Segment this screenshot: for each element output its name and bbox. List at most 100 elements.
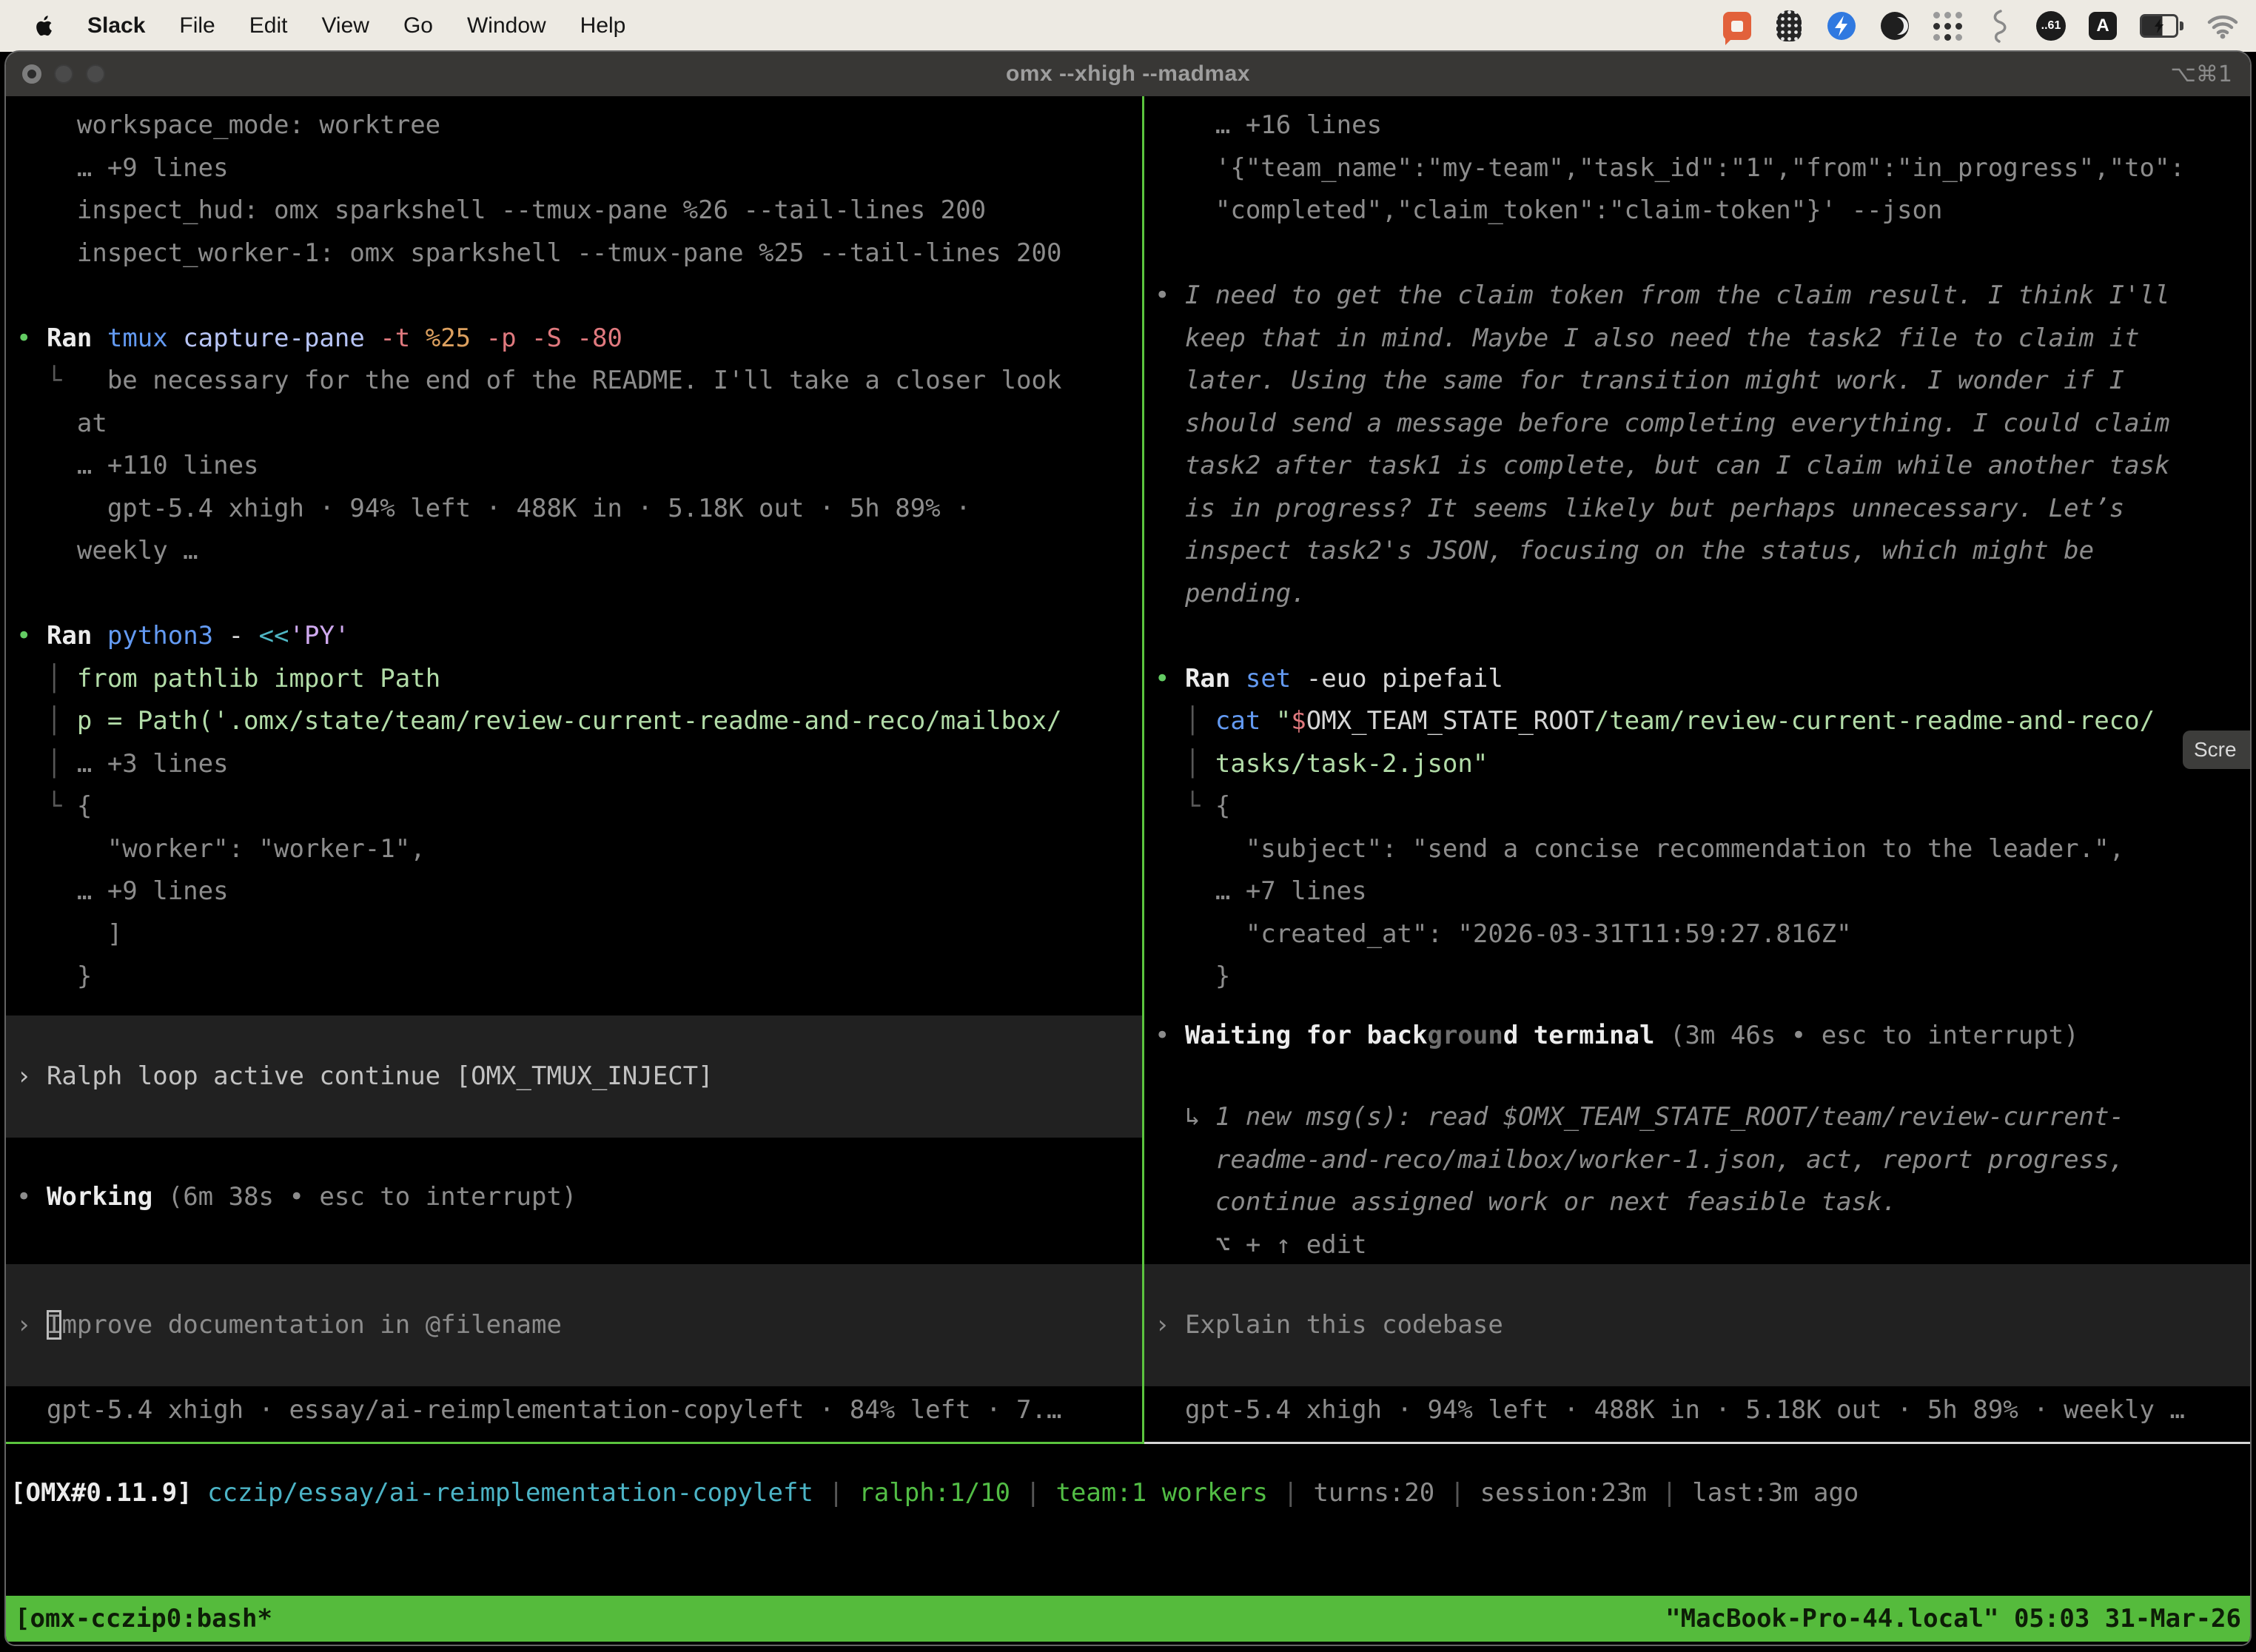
- terminal-line: readme-and-reco/mailbox/worker-1.json, a…: [1155, 1139, 2250, 1182]
- menu-item-file[interactable]: File: [179, 13, 215, 38]
- terminal-line: ⌥ + ↑ edit: [1155, 1224, 2250, 1267]
- menubar-status-icons: ..61 A: [1722, 9, 2240, 43]
- terminal-line: • Working (6m 38s • esc to interrupt): [16, 1176, 1142, 1219]
- battery-charging-icon[interactable]: [2140, 9, 2183, 43]
- leader-inject-banner: › Ralph loop active continue [OMX_TMUX_I…: [6, 1015, 1142, 1138]
- active-pane-border: [6, 1442, 1144, 1444]
- input-source-a-label: A: [2089, 12, 2117, 40]
- terminal-line: › Ralph loop active continue [OMX_TMUX_I…: [16, 1055, 1142, 1098]
- leader-model-statusline: gpt-5.4 xhigh · essay/ai-reimplementatio…: [16, 1389, 1142, 1432]
- menu-bar: Slack File Edit View Go Window Help ..61 A: [0, 0, 2256, 52]
- terminal-line: [1155, 615, 2250, 658]
- tmux-session-label[interactable]: [omx-cczip0:bash*: [15, 1604, 272, 1633]
- terminal-line: … +16 lines: [1155, 104, 2250, 147]
- worker-model-statusline: gpt-5.4 xhigh · 94% left · 488K in · 5.1…: [1155, 1389, 2250, 1432]
- terminal-line: … +9 lines: [16, 870, 1142, 913]
- terminal-line: }: [16, 956, 1142, 998]
- terminal-line: • Ran tmux capture-pane -t %25 -p -S -80: [16, 318, 1142, 360]
- screen-toast: Scre: [2183, 731, 2250, 769]
- terminal-line: workspace_mode: worktree: [16, 104, 1142, 147]
- window-title: omx --xhigh --madmax: [1006, 61, 1250, 87]
- terminal-line: gpt-5.4 xhigh · 94% left · 488K in · 5.1…: [16, 488, 1142, 531]
- window-titlebar[interactable]: omx --xhigh --madmax ⌥⌘1: [6, 52, 2250, 96]
- terminal-line: pending.: [1155, 573, 2250, 616]
- leader-working-status: • Working (6m 38s • esc to interrupt): [16, 1176, 1142, 1219]
- terminal-line: at: [16, 403, 1142, 446]
- terminal-line: task2 after task1 is complete, but can I…: [1155, 445, 2250, 488]
- terminal-line: • Waiting for background terminal (3m 46…: [1155, 1015, 2250, 1058]
- menu-item-go[interactable]: Go: [403, 13, 433, 38]
- close-button[interactable]: [22, 64, 41, 84]
- badge-61-label: ..61: [2036, 11, 2066, 41]
- menu-items: Slack File Edit View Go Window Help: [87, 13, 625, 38]
- worker-scrollback: … +16 lines '{"team_name":"my-team","tas…: [1155, 104, 2250, 998]
- terminal-line: │ … +3 lines: [16, 743, 1142, 786]
- tmux-status-bar: [omx-cczip0:bash* "MacBook-Pro-44.local"…: [6, 1596, 2250, 1642]
- menu-item-help[interactable]: Help: [580, 13, 626, 38]
- bolt-hexagon-icon[interactable]: [1826, 9, 1857, 43]
- terminal-line: [OMX#0.11.9] cczip/essay/ai-reimplementa…: [10, 1472, 2250, 1515]
- leader-prompt-input[interactable]: › Improve documentation in @filename: [6, 1264, 1142, 1386]
- window-controls: [22, 64, 105, 84]
- terminal-line: inspect_worker-1: omx sparkshell --tmux-…: [16, 232, 1142, 275]
- terminal-content: workspace_mode: worktree … +9 lines insp…: [6, 96, 2250, 1645]
- terminal-line: │ tasks/task-2.json": [1155, 743, 2250, 786]
- terminal-window: omx --xhigh --madmax ⌥⌘1 workspace_mode:…: [6, 52, 2250, 1645]
- menu-item-window[interactable]: Window: [467, 13, 546, 38]
- tmux-host-clock: "MacBook-Pro-44.local" 05:03 31-Mar-26: [1665, 1604, 2241, 1633]
- terminal-line: └ {: [1155, 785, 2250, 828]
- terminal-line: • Ran set -euo pipefail: [1155, 658, 2250, 701]
- terminal-line: later. Using the same for transition mig…: [1155, 360, 2250, 403]
- terminal-line: │ from pathlib import Path: [16, 658, 1142, 701]
- wifi-icon[interactable]: [2206, 9, 2240, 43]
- leader-scrollback: workspace_mode: worktree … +9 lines insp…: [16, 104, 1142, 998]
- terminal-line: should send a message before completing …: [1155, 403, 2250, 446]
- apple-menu[interactable]: [31, 13, 53, 39]
- input-source-a-icon[interactable]: A: [2088, 9, 2118, 43]
- terminal-line: › Explain this codebase: [1155, 1304, 2250, 1347]
- terminal-line: [16, 275, 1142, 318]
- privacy-shield-icon[interactable]: [1774, 9, 1804, 43]
- menu-item-slack[interactable]: Slack: [87, 13, 145, 38]
- zoom-button[interactable]: [86, 64, 105, 84]
- pane-worker[interactable]: … +16 lines '{"team_name":"my-team","tas…: [1144, 96, 2250, 1442]
- terminal-line: '{"team_name":"my-team","task_id":"1","f…: [1155, 147, 2250, 190]
- terminal-line: weekly …: [16, 530, 1142, 573]
- menu-item-view[interactable]: View: [321, 13, 369, 38]
- terminal-line: • Ran python3 - <<'PY': [16, 615, 1142, 658]
- terminal-line: … +7 lines: [1155, 870, 2250, 913]
- terminal-line: "subject": "send a concise recommendatio…: [1155, 828, 2250, 871]
- worker-prompt-input[interactable]: › Explain this codebase: [1144, 1264, 2250, 1386]
- terminal-line: › Improve documentation in @filename: [16, 1304, 1142, 1347]
- terminal-line: "worker": "worker-1",: [16, 828, 1142, 871]
- pane-leader[interactable]: workspace_mode: worktree … +9 lines insp…: [6, 96, 1142, 1442]
- worker-waiting-status: • Waiting for background terminal (3m 46…: [1155, 1015, 2250, 1058]
- terminal-line: │ cat "$OMX_TEAM_STATE_ROOT/team/review-…: [1155, 700, 2250, 743]
- terminal-line: inspect_hud: omx sparkshell --tmux-pane …: [16, 189, 1142, 232]
- terminal-line: gpt-5.4 xhigh · essay/ai-reimplementatio…: [16, 1389, 1142, 1432]
- squiggle-icon[interactable]: [1984, 9, 2014, 43]
- badge-61-icon[interactable]: ..61: [2036, 9, 2066, 43]
- terminal-line: ]: [16, 913, 1142, 956]
- inactive-pane-border: [1144, 1442, 2250, 1444]
- terminal-line: └ {: [16, 785, 1142, 828]
- terminal-line: [1155, 232, 2250, 275]
- terminal-line: }: [1155, 956, 2250, 998]
- minimize-button[interactable]: [54, 64, 73, 84]
- terminal-line: "created_at": "2026-03-31T11:59:27.816Z": [1155, 913, 2250, 956]
- terminal-line: gpt-5.4 xhigh · 94% left · 488K in · 5.1…: [1155, 1389, 2250, 1432]
- terminal-line: inspect task2's JSON, focusing on the st…: [1155, 530, 2250, 573]
- worker-mailbox-note: ↳ 1 new msg(s): read $OMX_TEAM_STATE_ROO…: [1155, 1096, 2250, 1266]
- apple-icon: [31, 13, 53, 39]
- terminal-line: continue assigned work or next feasible …: [1155, 1181, 2250, 1224]
- omx-session-statusline: [OMX#0.11.9] cczip/essay/ai-reimplementa…: [10, 1472, 2250, 1515]
- terminal-line: is in progress? It seems likely but perh…: [1155, 488, 2250, 531]
- chat-app-icon[interactable]: [1722, 9, 1752, 43]
- menu-item-edit[interactable]: Edit: [249, 13, 288, 38]
- terminal-line: … +9 lines: [16, 147, 1142, 190]
- moon-contrast-icon[interactable]: [1879, 9, 1910, 43]
- terminal-line: • I need to get the claim token from the…: [1155, 275, 2250, 318]
- terminal-line: [16, 573, 1142, 616]
- terminal-line: … +110 lines: [16, 445, 1142, 488]
- dots-grid-icon[interactable]: [1933, 9, 1962, 43]
